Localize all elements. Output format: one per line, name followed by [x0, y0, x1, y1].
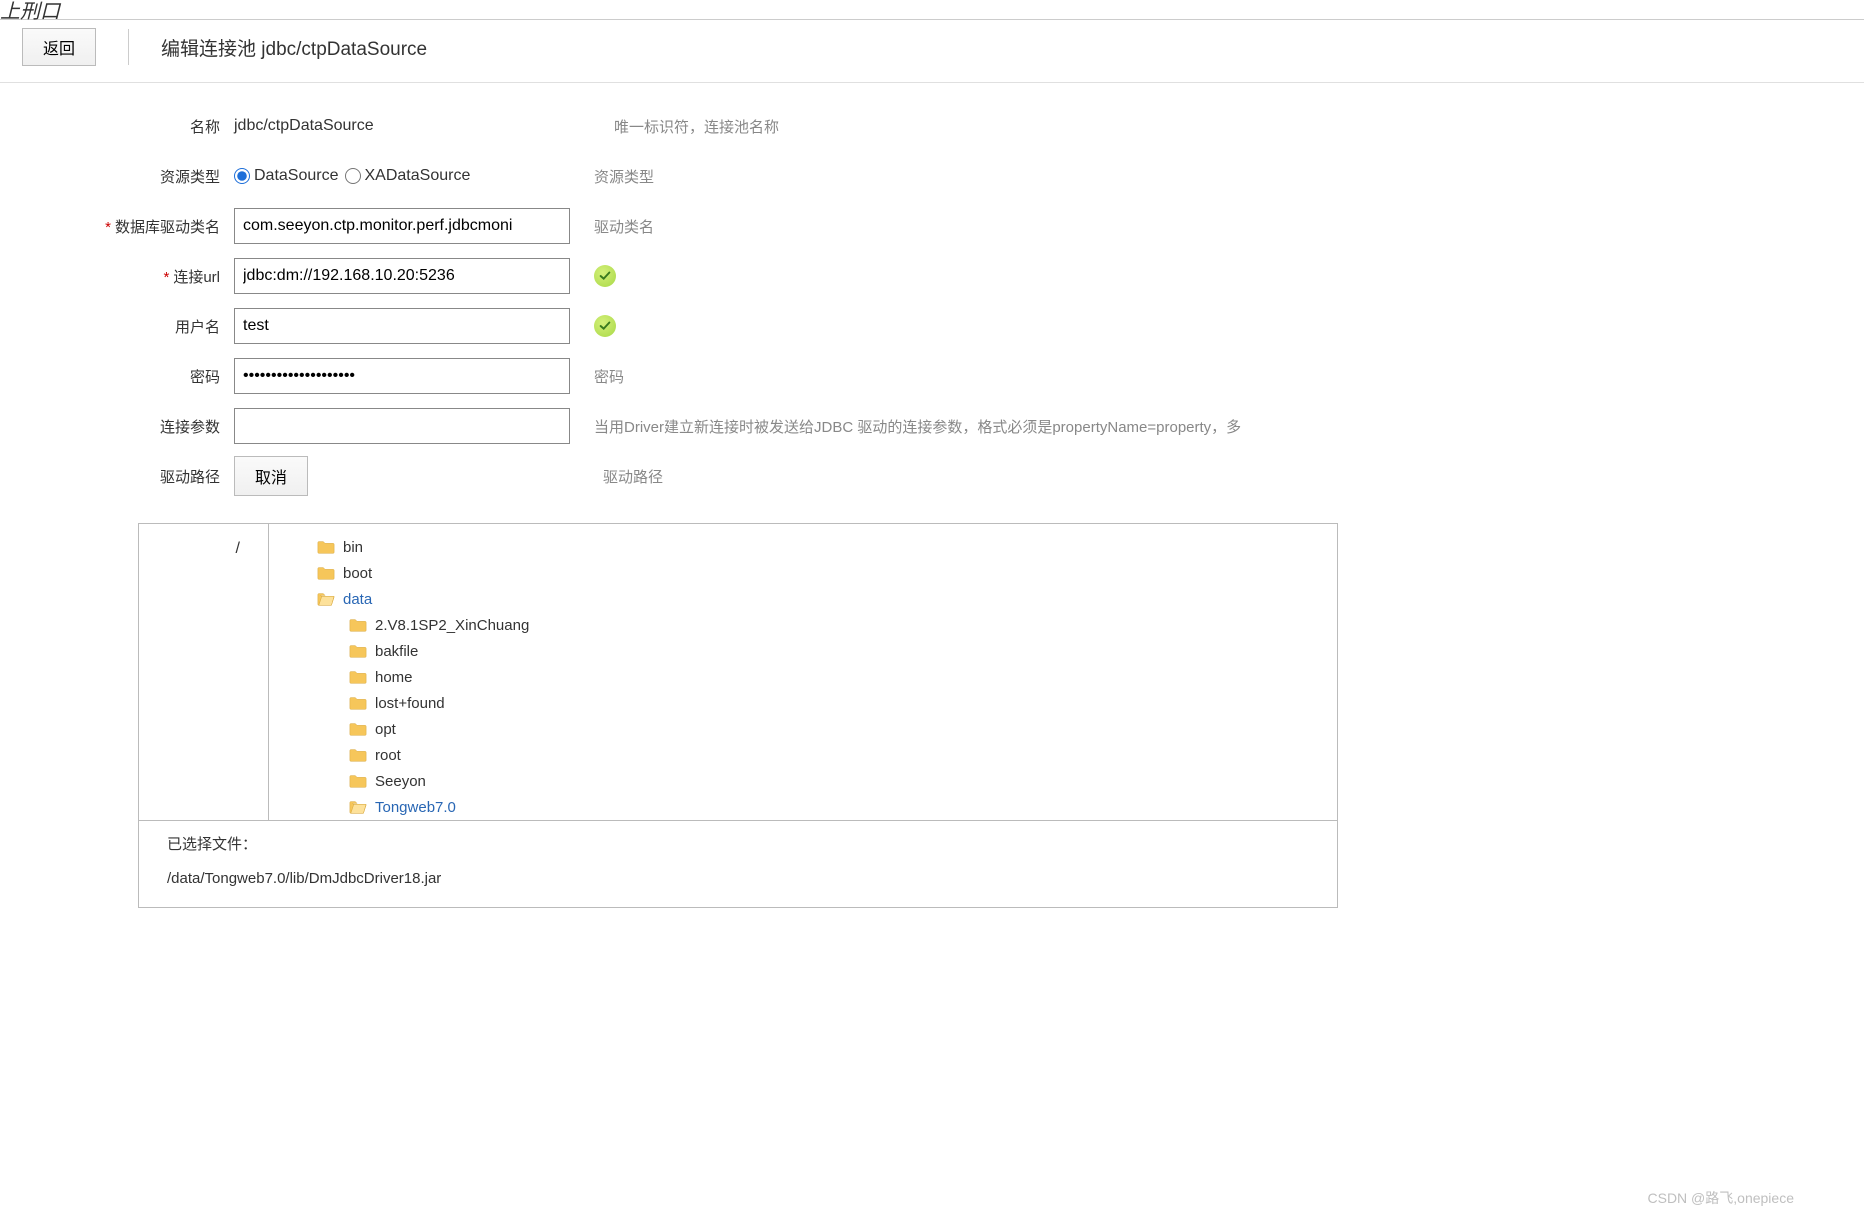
required-mark: *	[163, 269, 169, 286]
value-conn-params	[234, 408, 570, 444]
row-password: 密码 密码	[0, 353, 1864, 399]
folder-closed-icon	[349, 617, 367, 633]
value-username	[234, 308, 570, 344]
row-driver-class: *数据库驱动类名 驱动类名	[0, 203, 1864, 249]
row-url: *连接url	[0, 253, 1864, 299]
tree-item-label: boot	[343, 565, 372, 582]
radio-xadatasource-text: XADataSource	[365, 167, 471, 185]
tree-item-label: Seeyon	[375, 773, 426, 790]
tree-item[interactable]: 2.V8.1SP2_XinChuang	[317, 612, 1337, 638]
tree-item[interactable]: root	[317, 742, 1337, 768]
value-driver-path: 取消	[234, 456, 308, 496]
folder-closed-icon	[317, 565, 335, 581]
help-name: 唯一标识符，连接池名称	[614, 116, 1864, 137]
tree-item[interactable]: bakfile	[317, 638, 1337, 664]
row-username: 用户名	[0, 303, 1864, 349]
radio-datasource-text: DataSource	[254, 167, 339, 185]
folder-closed-icon	[349, 669, 367, 685]
label-resource-type: 资源类型	[0, 166, 234, 187]
row-driver-path: 驱动路径 取消 驱动路径	[0, 453, 1864, 499]
label-password: 密码	[0, 366, 234, 387]
tree-root-label: /	[139, 524, 269, 820]
radio-group-resource-type: DataSource XADataSource	[234, 167, 570, 185]
tree-item[interactable]: data	[317, 586, 1337, 612]
help-driver-path: 驱动路径	[603, 466, 1864, 487]
tree-item-label: bakfile	[375, 643, 418, 660]
cancel-button[interactable]: 取消	[234, 456, 308, 496]
radio-datasource-label[interactable]: DataSource	[234, 167, 339, 185]
value-password	[234, 358, 570, 394]
label-url-text: 连接url	[173, 269, 220, 286]
label-driver-class-text: 数据库驱动类名	[115, 219, 220, 236]
selected-file-label: 已选择文件：	[167, 833, 1317, 854]
username-input[interactable]	[234, 308, 570, 344]
folder-open-icon	[317, 591, 335, 607]
label-conn-params: 连接参数	[0, 416, 234, 437]
tree-item[interactable]: bin	[317, 534, 1337, 560]
header-row: 返回 编辑连接池 jdbc/ctpDataSource	[0, 20, 1864, 83]
driver-class-input[interactable]	[234, 208, 570, 244]
back-button[interactable]: 返回	[22, 28, 96, 66]
url-input[interactable]	[234, 258, 570, 294]
tree-item[interactable]: opt	[317, 716, 1337, 742]
tree-item-label: home	[375, 669, 413, 686]
header-divider	[128, 29, 129, 65]
value-driver-class	[234, 208, 570, 244]
tree-item-label: bin	[343, 539, 363, 556]
selected-file-path: /data/Tongweb7.0/lib/DmJdbcDriver18.jar	[167, 870, 1317, 887]
row-name: 名称 jdbc/ctpDataSource 唯一标识符，连接池名称	[0, 103, 1864, 149]
label-name: 名称	[0, 116, 234, 137]
tree-item-label[interactable]: data	[343, 591, 372, 608]
folder-open-icon	[349, 799, 367, 815]
label-driver-class: *数据库驱动类名	[0, 216, 234, 237]
tree-item[interactable]: Seeyon	[317, 768, 1337, 794]
help-driver-class: 驱动类名	[594, 216, 1864, 237]
help-password: 密码	[594, 366, 1864, 387]
tree-item[interactable]: Tongweb7.0	[317, 794, 1337, 820]
tree-item-label: 2.V8.1SP2_XinChuang	[375, 617, 529, 634]
tree-item-label: root	[375, 747, 401, 764]
tree-header: / bin boot data2.V8.1SP2_XinChuangbakfile h…	[139, 524, 1337, 821]
tree-item-label: opt	[375, 721, 396, 738]
label-url: *连接url	[0, 266, 234, 287]
folder-closed-icon	[349, 695, 367, 711]
tree-item[interactable]: home	[317, 664, 1337, 690]
folder-closed-icon	[317, 539, 335, 555]
value-url	[234, 258, 570, 294]
check-icon	[594, 265, 616, 287]
watermark: CSDN @路飞,onepiece	[1648, 1188, 1795, 1208]
radio-datasource[interactable]	[234, 168, 250, 184]
radio-xadatasource[interactable]	[345, 168, 361, 184]
tree-item[interactable]: lost+found	[317, 690, 1337, 716]
tree-body[interactable]: bin boot data2.V8.1SP2_XinChuangbakfile hom…	[269, 524, 1337, 820]
label-username: 用户名	[0, 316, 234, 337]
help-conn-params: 当用Driver建立新连接时被发送给JDBC 驱动的连接参数，格式必须是prop…	[594, 416, 1864, 437]
top-bar-fragment: 上刑口	[0, 0, 1864, 20]
value-name: jdbc/ctpDataSource	[234, 117, 590, 135]
required-mark: *	[105, 219, 111, 236]
label-driver-path: 驱动路径	[0, 466, 234, 487]
conn-params-input[interactable]	[234, 408, 570, 444]
folder-closed-icon	[349, 643, 367, 659]
folder-closed-icon	[349, 721, 367, 737]
folder-closed-icon	[349, 773, 367, 789]
fragment-text: 上刑口	[0, 0, 60, 24]
tree-item-label: lost+found	[375, 695, 445, 712]
row-resource-type: 资源类型 DataSource XADataSource 资源类型	[0, 153, 1864, 199]
selected-file-row: 已选择文件： /data/Tongweb7.0/lib/DmJdbcDriver…	[139, 821, 1337, 907]
file-tree-wrapper: / bin boot data2.V8.1SP2_XinChuangbakfile h…	[138, 523, 1338, 908]
help-resource-type: 资源类型	[594, 166, 1864, 187]
page-title: 编辑连接池 jdbc/ctpDataSource	[161, 34, 427, 61]
tree-item-label[interactable]: Tongweb7.0	[375, 799, 456, 816]
folder-closed-icon	[349, 747, 367, 763]
tree-item[interactable]: boot	[317, 560, 1337, 586]
check-icon	[594, 315, 616, 337]
form-container: 名称 jdbc/ctpDataSource 唯一标识符，连接池名称 资源类型 D…	[0, 103, 1864, 499]
row-conn-params: 连接参数 当用Driver建立新连接时被发送给JDBC 驱动的连接参数，格式必须…	[0, 403, 1864, 449]
password-input[interactable]	[234, 358, 570, 394]
radio-xadatasource-label[interactable]: XADataSource	[345, 167, 471, 185]
